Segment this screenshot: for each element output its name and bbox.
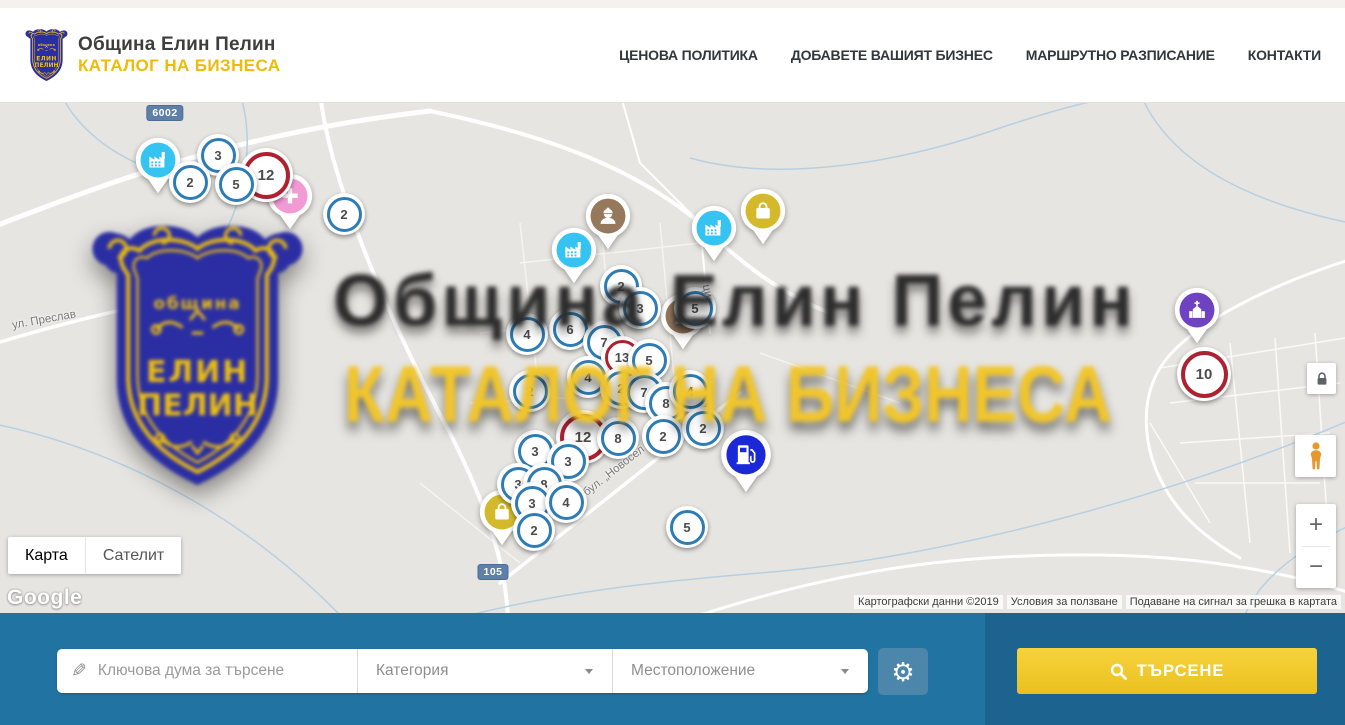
cluster-marker[interactable]: 2 [642, 415, 684, 457]
gear-icon: ⚙ [891, 659, 914, 685]
street-label: ул. Преслав [11, 308, 77, 331]
cluster-marker[interactable]: 2 [682, 407, 724, 449]
advanced-settings-button[interactable]: ⚙ [878, 648, 928, 695]
map-type-satellite-button[interactable]: Сателит [85, 537, 181, 574]
map-type-map-button[interactable]: Карта [8, 537, 85, 574]
top-strip [0, 0, 1345, 8]
zoom-out-button[interactable]: − [1296, 547, 1336, 589]
cluster-marker[interactable]: 4 [545, 481, 587, 523]
category-select-label: Категория [376, 662, 448, 680]
search-submit-button[interactable]: ТЪРСЕНЕ [1017, 648, 1317, 694]
google-logo[interactable]: Google [7, 586, 82, 610]
svg-text:ПЕЛИН: ПЕЛИН [34, 62, 58, 69]
location-select[interactable]: Местоположение [612, 649, 868, 693]
bag-pin-marker[interactable] [740, 188, 786, 246]
church-pin-marker[interactable] [1174, 287, 1220, 345]
fuel-pin-marker[interactable] [720, 429, 772, 494]
cluster-marker[interactable]: 5 [666, 506, 708, 548]
cluster-marker[interactable]: 2 [323, 193, 365, 235]
cluster-marker[interactable]: 4 [506, 313, 548, 355]
keyword-search-input[interactable] [96, 661, 345, 681]
factory-pin-marker[interactable] [551, 227, 597, 285]
street-view-pegman[interactable] [1295, 435, 1336, 477]
attribution-terms-link[interactable]: Условия за ползване [1007, 595, 1122, 609]
cluster-marker[interactable]: 4 [669, 370, 711, 412]
map-attribution: Картографски данни ©2019 Условия за полз… [854, 595, 1341, 609]
nav-contacts[interactable]: КОНТАКТИ [1248, 47, 1321, 63]
search-bar: ✎ Категория Местоположение ⚙ ТЪРСЕНЕ [0, 613, 1345, 725]
lock-control[interactable] [1307, 363, 1336, 394]
attribution-copyright: Картографски данни ©2019 [854, 595, 1003, 609]
chevron-down-icon [585, 669, 593, 674]
lock-icon [1314, 371, 1330, 387]
location-select-label: Местоположение [631, 662, 755, 680]
main-nav: ЦЕНОВА ПОЛИТИКА ДОБАВЕТЕ ВАШИЯТ БИЗНЕС М… [619, 47, 1321, 63]
keyword-field: ✎ [57, 649, 357, 693]
cluster-marker[interactable]: 2 [513, 509, 555, 551]
attribution-report-link[interactable]: Подаване на сигнал за грешка в картата [1126, 595, 1341, 609]
search-icon [1110, 663, 1127, 680]
factory-pin-marker[interactable] [691, 205, 737, 263]
cluster-marker[interactable]: 10 [1177, 347, 1231, 401]
google-map[interactable]: 3212522356471354227841282233383425106002… [0, 103, 1345, 613]
nav-add-business[interactable]: ДОБАВЕТЕ ВАШИЯТ БИЗНЕС [791, 47, 993, 63]
chevron-down-icon [841, 669, 849, 674]
marker-layer: 3212522356471354227841282233383425106002… [0, 103, 1345, 613]
cluster-marker[interactable]: 5 [215, 163, 257, 205]
map-type-control: Карта Сателит [8, 537, 181, 574]
site-title: Община Елин Пелин [78, 34, 280, 56]
pencil-icon: ✎ [71, 662, 87, 681]
svg-text:ЕЛИН: ЕЛИН [36, 55, 57, 62]
site-subtitle: КАТАЛОГ НА БИЗНЕСА [78, 56, 280, 76]
zoom-in-button[interactable]: + [1296, 504, 1336, 546]
road-number-badge: 6002 [147, 106, 182, 120]
nav-route-schedule[interactable]: МАРШРУТНО РАЗПИСАНИЕ [1026, 47, 1215, 63]
search-submit-label: ТЪРСЕНЕ [1137, 662, 1225, 681]
nav-pricing-policy[interactable]: ЦЕНОВА ПОЛИТИКА [619, 47, 758, 63]
pegman-icon [1305, 441, 1327, 471]
cluster-marker[interactable]: 2 [169, 161, 211, 203]
municipality-crest-logo: община ЕЛИН ПЕЛИН [24, 27, 69, 84]
zoom-control: + − [1296, 504, 1336, 588]
site-logo[interactable]: община ЕЛИН ПЕЛИН Община Елин Пелин КАТА… [24, 27, 280, 84]
cluster-marker[interactable]: 2 [509, 370, 551, 412]
road-number-badge: 105 [478, 565, 507, 579]
cluster-marker[interactable]: 3 [619, 287, 661, 329]
site-header: община ЕЛИН ПЕЛИН Община Елин Пелин КАТА… [0, 8, 1345, 103]
search-fields-group: ✎ Категория Местоположение [57, 649, 868, 693]
category-select[interactable]: Категория [357, 649, 612, 693]
street-label: ци [700, 283, 714, 298]
